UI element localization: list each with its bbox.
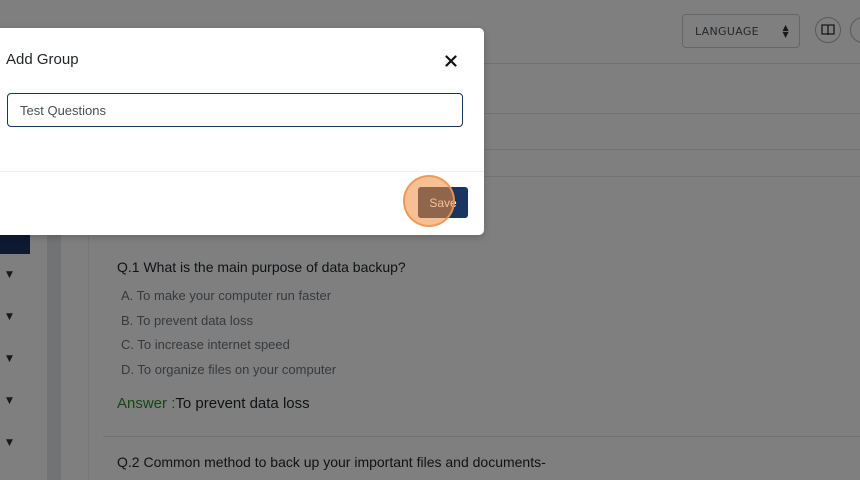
- modal-footer-divider: [0, 171, 484, 172]
- group-name-input[interactable]: [7, 93, 463, 127]
- close-icon-svg: [445, 55, 457, 67]
- close-icon[interactable]: [440, 50, 462, 72]
- modal-title: Add Group: [6, 51, 79, 68]
- add-group-modal: Add Group Save: [0, 28, 484, 235]
- save-button[interactable]: Save: [418, 187, 468, 218]
